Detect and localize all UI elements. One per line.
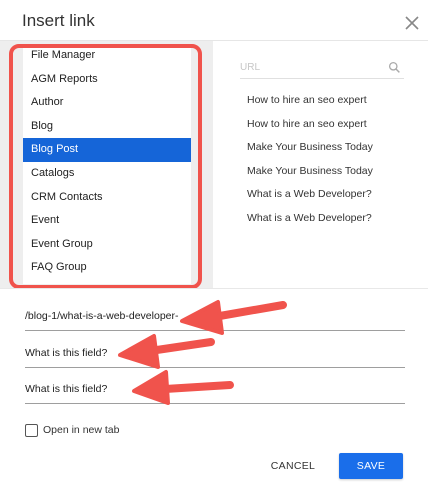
close-button[interactable] bbox=[400, 11, 424, 35]
open-new-tab-checkbox[interactable] bbox=[25, 424, 38, 437]
link-text-field bbox=[25, 334, 405, 368]
close-icon bbox=[405, 16, 419, 30]
link-title-input[interactable] bbox=[25, 380, 405, 398]
url-result-item[interactable]: How to hire an seo expert bbox=[247, 89, 417, 113]
section-divider bbox=[0, 288, 428, 289]
type-item-catalogs[interactable]: Catalogs bbox=[23, 162, 191, 186]
url-result-item[interactable]: Make Your Business Today bbox=[247, 160, 417, 184]
url-search-input[interactable] bbox=[240, 57, 380, 77]
cancel-button[interactable]: CANCEL bbox=[264, 454, 322, 478]
type-item-blog-post[interactable]: Blog Post bbox=[23, 138, 191, 162]
type-item-event[interactable]: Event bbox=[23, 209, 191, 233]
url-result-item[interactable]: How to hire an seo expert bbox=[247, 113, 417, 137]
url-result-item[interactable]: What is a Web Developer? bbox=[247, 207, 417, 231]
url-field-input[interactable] bbox=[25, 307, 405, 325]
type-item-author[interactable]: Author bbox=[23, 91, 191, 115]
dialog-title: Insert link bbox=[22, 11, 95, 30]
save-button[interactable]: SAVE bbox=[339, 453, 403, 479]
link-text-input[interactable] bbox=[25, 344, 405, 362]
url-field bbox=[25, 297, 405, 331]
type-item-file-manager[interactable]: File Manager bbox=[23, 44, 191, 68]
type-item-faq-group[interactable]: FAQ Group bbox=[23, 256, 191, 280]
url-result-item[interactable]: What is a Web Developer? bbox=[247, 183, 417, 207]
type-list[interactable]: File Manager AGM Reports Author Blog Blo… bbox=[23, 44, 191, 284]
insert-link-dialog: Insert link File Manager AGM Reports Aut… bbox=[0, 0, 428, 500]
url-results-list: How to hire an seo expert How to hire an… bbox=[247, 89, 417, 231]
type-item-blog[interactable]: Blog bbox=[23, 115, 191, 139]
open-new-tab-label[interactable]: Open in new tab bbox=[43, 424, 119, 436]
type-item-event-group[interactable]: Event Group bbox=[23, 233, 191, 257]
link-title-field bbox=[25, 370, 405, 404]
url-result-item[interactable]: Make Your Business Today bbox=[247, 136, 417, 160]
type-item-agm-reports[interactable]: AGM Reports bbox=[23, 68, 191, 92]
search-icon[interactable] bbox=[388, 61, 401, 74]
url-search-bar bbox=[240, 57, 404, 79]
type-item-crm-contacts[interactable]: CRM Contacts bbox=[23, 186, 191, 210]
